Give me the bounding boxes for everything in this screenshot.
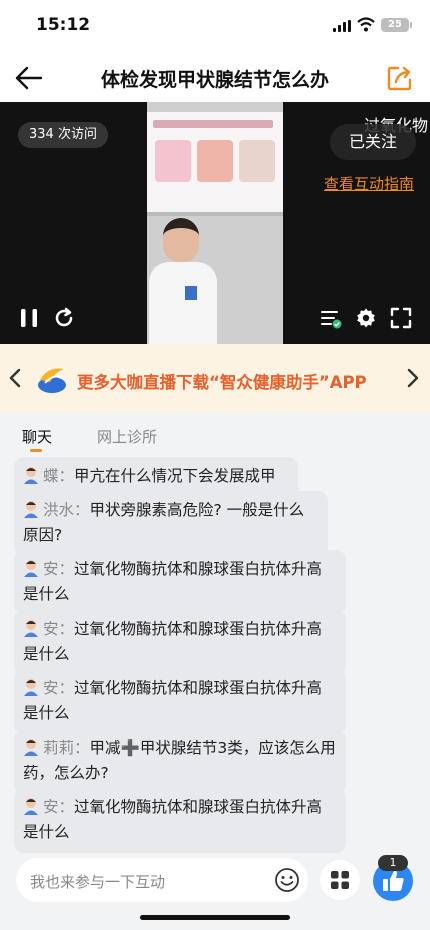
message-author: 安 xyxy=(43,679,59,697)
chevron-right-icon[interactable] xyxy=(406,368,420,388)
message-author: 蝶 xyxy=(43,467,59,485)
download-banner[interactable]: 更多大咖直播下载“智众健康助手”APP xyxy=(0,344,430,412)
chat-message: 安：过氧化物酶抗体和腺球蛋白抗体升高是什么 xyxy=(14,610,346,675)
pause-icon[interactable] xyxy=(18,307,40,329)
grid-icon xyxy=(331,871,349,889)
home-indicator xyxy=(140,915,290,920)
interaction-guide-link[interactable]: 查看互动指南 xyxy=(324,173,414,194)
chat-message: 安：过氧化物酶抗体和腺球蛋白抗体升高是什么 xyxy=(14,669,346,734)
emoji-icon[interactable] xyxy=(274,867,300,893)
user-avatar-icon xyxy=(24,679,38,696)
chevron-left-icon[interactable] xyxy=(8,368,22,388)
refresh-icon[interactable] xyxy=(53,307,75,329)
user-avatar-icon xyxy=(24,560,38,577)
message-author: 安 xyxy=(43,620,59,638)
video-frame xyxy=(147,102,283,344)
app-logo-icon xyxy=(38,368,66,393)
apps-button[interactable] xyxy=(320,860,360,900)
video-player[interactable]: 334 次访问 过氧化物 已关注 查看互动指南 xyxy=(0,102,430,344)
fullscreen-icon[interactable] xyxy=(390,307,412,329)
user-avatar-icon xyxy=(24,467,38,484)
like-count-badge: 1 xyxy=(378,855,408,871)
presentation-slide xyxy=(147,112,283,216)
input-placeholder: 我也来参与一下互动 xyxy=(30,873,166,891)
user-avatar-icon xyxy=(24,620,38,637)
wifi-icon xyxy=(357,17,375,32)
status-time: 15:12 xyxy=(36,15,91,35)
status-bar: 15:12 25 xyxy=(0,0,430,54)
tab-online-clinic[interactable]: 网上诊所 xyxy=(97,426,157,447)
message-author: 莉莉 xyxy=(43,739,75,757)
chat-message: 安：过氧化物酶抗体和腺球蛋白抗体升高是什么 xyxy=(14,550,346,615)
chat-message: 安：过氧化物酶抗体和腺球蛋白抗体升高是什么 xyxy=(14,788,346,853)
active-tab-indicator xyxy=(30,449,42,452)
battery-icon: 25 xyxy=(381,18,412,32)
page-title: 体检发现甲状腺结节怎么办 xyxy=(100,69,329,91)
tab-chat[interactable]: 聊天 xyxy=(22,426,52,447)
chat-message: 莉莉：甲减➕甲状腺结节3类，应该怎么用药，怎么办? xyxy=(14,729,346,794)
user-avatar-icon xyxy=(24,798,38,815)
message-author: 安 xyxy=(43,798,59,816)
user-avatar-icon xyxy=(24,739,38,756)
chat-message: 洪水：甲状旁腺素高危险? 一般是什么原因? xyxy=(14,491,328,556)
message-author: 安 xyxy=(43,560,59,578)
banner-text: 更多大咖直播下载“智众健康助手”APP xyxy=(77,373,367,392)
user-avatar-icon xyxy=(24,501,38,518)
comment-input[interactable]: 我也来参与一下互动 xyxy=(16,858,308,902)
share-icon[interactable] xyxy=(386,64,414,92)
message-author: 洪水 xyxy=(43,501,75,519)
signal-icon xyxy=(333,20,351,32)
nav-bar: 体检发现甲状腺结节怎么办 xyxy=(0,54,430,102)
subtitle-icon[interactable] xyxy=(320,307,342,329)
settings-icon[interactable] xyxy=(355,307,377,329)
follow-button[interactable]: 已关注 xyxy=(330,124,416,160)
back-arrow-icon[interactable] xyxy=(14,64,44,92)
visit-count-badge: 334 次访问 xyxy=(18,122,108,148)
doctor-figure xyxy=(149,218,223,344)
